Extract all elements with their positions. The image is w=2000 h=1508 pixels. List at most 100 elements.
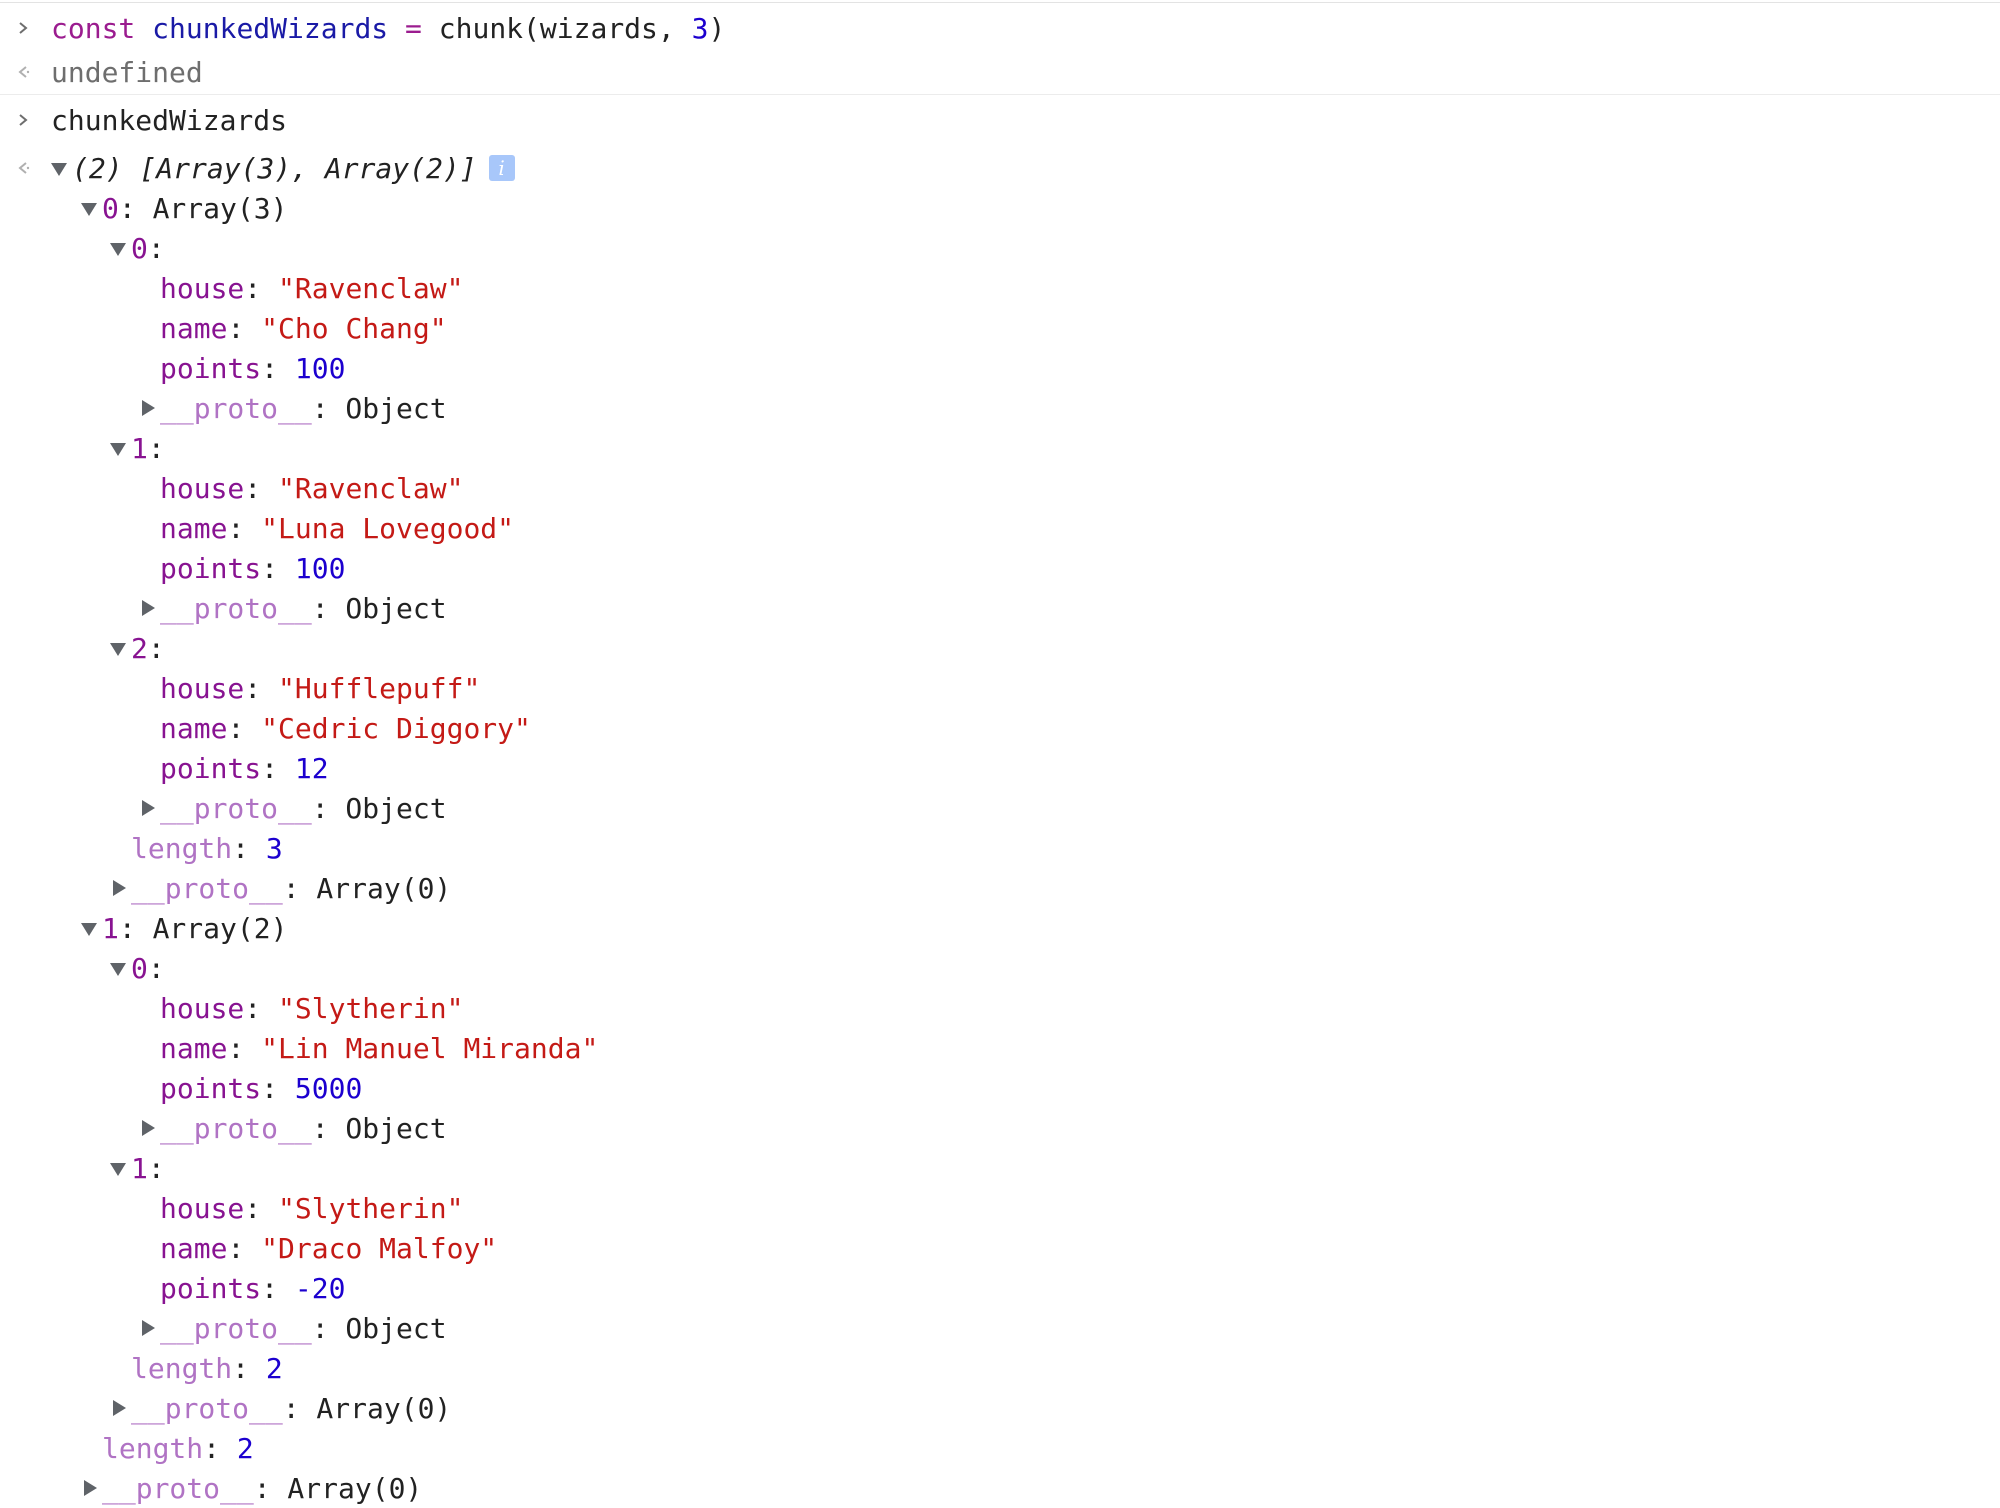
colon: : — [244, 991, 279, 1025]
prop-value-points: 5000 — [294, 1071, 363, 1105]
length-value: 2 — [265, 1351, 283, 1385]
expand-triangle-icon[interactable] — [78, 1468, 102, 1508]
proto-row[interactable]: __proto__: Object — [136, 588, 447, 628]
prop-value-house: "Ravenclaw" — [278, 471, 464, 505]
proto-key: __proto__ — [131, 1391, 283, 1425]
expand-triangle-icon[interactable] — [136, 1108, 160, 1148]
expand-triangle-icon[interactable] — [107, 868, 131, 908]
result-undefined: undefined — [51, 55, 203, 89]
object-row[interactable]: 1: — [107, 428, 165, 468]
property-row: name: "Draco Malfoy" — [136, 1228, 497, 1268]
colon: : — [244, 471, 279, 505]
proto-row[interactable]: __proto__: Object — [136, 1308, 447, 1348]
input-prompt-icon — [8, 8, 38, 48]
prop-key-points: points — [160, 751, 262, 785]
object-index-key: 1 — [131, 431, 148, 465]
expand-triangle-icon[interactable] — [107, 1388, 131, 1428]
command-line-2[interactable]: chunkedWizards — [51, 100, 287, 140]
object-index-key: 2 — [131, 631, 148, 665]
length-row: length: 2 — [107, 1348, 283, 1388]
proto-key: __proto__ — [160, 1311, 312, 1345]
array-type-label: : Array(2) — [118, 911, 288, 945]
prop-key-house: house — [160, 991, 245, 1025]
colon: : — [244, 271, 279, 305]
proto-key: __proto__ — [131, 871, 283, 905]
array-preview: (2) [Array(3), Array(2)] — [72, 151, 477, 185]
prop-value-house: "Ravenclaw" — [278, 271, 464, 305]
proto-row[interactable]: __proto__: Object — [136, 1108, 447, 1148]
collapse-triangle-icon[interactable] — [107, 948, 131, 988]
function-call: chunk(wizards, — [438, 11, 675, 45]
length-key: length — [131, 1351, 233, 1385]
prop-value-name: "Lin Manuel Miranda" — [261, 1031, 599, 1065]
expand-triangle-icon[interactable] — [48, 148, 72, 188]
command-line-1[interactable]: const chunkedWizards = chunk(wizards, 3) — [51, 8, 725, 48]
object-row[interactable]: 1: — [107, 1148, 165, 1188]
prop-value-points: -20 — [294, 1271, 346, 1305]
collapse-triangle-icon[interactable] — [78, 188, 102, 228]
colon: : — [261, 751, 295, 785]
object-row[interactable]: 0: — [107, 948, 165, 988]
proto-value: : Array(0) — [253, 1471, 423, 1505]
colon: : — [232, 1351, 266, 1385]
prop-value-house: "Slytherin" — [278, 991, 464, 1025]
length-key: length — [131, 831, 233, 865]
proto-row[interactable]: __proto__: Object — [136, 788, 447, 828]
array-type-label: : Array(3) — [118, 191, 288, 225]
property-row: house: "Hufflepuff" — [136, 668, 480, 708]
property-row: name: "Cedric Diggory" — [136, 708, 531, 748]
colon: : — [261, 351, 295, 385]
prop-value-house: "Slytherin" — [278, 1191, 464, 1225]
colon: : — [147, 951, 165, 985]
array-group-row[interactable]: 0: Array(3) — [78, 188, 287, 228]
property-row: name: "Cho Chang" — [136, 308, 447, 348]
prop-key-points: points — [160, 551, 262, 585]
property-row: house: "Slytherin" — [136, 1188, 463, 1228]
collapse-triangle-icon[interactable] — [107, 628, 131, 668]
prop-value-points: 100 — [294, 351, 346, 385]
collapse-triangle-icon[interactable] — [107, 428, 131, 468]
array-group-row[interactable]: 1: Array(2) — [78, 908, 287, 948]
proto-value: : Array(0) — [282, 871, 452, 905]
prop-value-name: "Cho Chang" — [261, 311, 447, 345]
array-index-key: 1 — [102, 911, 119, 945]
colon: : — [147, 431, 165, 465]
object-row[interactable]: 2: — [107, 628, 165, 668]
length-key: length — [102, 1431, 204, 1465]
prop-key-house: house — [160, 1191, 245, 1225]
property-row: points: 5000 — [136, 1068, 362, 1108]
proto-value: : Object — [311, 591, 447, 625]
proto-value: : Object — [311, 791, 447, 825]
info-icon[interactable]: i — [488, 155, 515, 181]
colon: : — [227, 1031, 262, 1065]
result-arrow-icon — [8, 52, 38, 92]
object-index-key: 0 — [131, 231, 148, 265]
object-index-key: 1 — [131, 1151, 148, 1185]
prop-value-name: "Luna Lovegood" — [261, 511, 515, 545]
colon: : — [244, 671, 279, 705]
proto-value: : Object — [311, 391, 447, 425]
prop-value-points: 12 — [294, 751, 329, 785]
colon: : — [147, 231, 165, 265]
collapse-triangle-icon[interactable] — [107, 228, 131, 268]
proto-row[interactable]: __proto__: Array(0) — [107, 868, 451, 908]
expand-triangle-icon[interactable] — [136, 1308, 160, 1348]
collapse-triangle-icon[interactable] — [78, 908, 102, 948]
collapse-triangle-icon[interactable] — [107, 1148, 131, 1188]
proto-row[interactable]: __proto__: Array(0) — [78, 1468, 422, 1508]
prop-key-house: house — [160, 671, 245, 705]
expand-triangle-icon[interactable] — [136, 588, 160, 628]
property-row: house: "Slytherin" — [136, 988, 463, 1028]
keyword-const: const — [51, 11, 136, 45]
length-value: 2 — [236, 1431, 254, 1465]
proto-row[interactable]: __proto__: Array(0) — [107, 1388, 451, 1428]
colon: : — [244, 1191, 279, 1225]
property-row: points: -20 — [136, 1268, 345, 1308]
colon: : — [147, 631, 165, 665]
expand-triangle-icon[interactable] — [136, 788, 160, 828]
object-row[interactable]: 0: — [107, 228, 165, 268]
proto-row[interactable]: __proto__: Object — [136, 388, 447, 428]
result-summary[interactable]: (2) [Array(3), Array(2)] i — [48, 148, 515, 188]
property-row: house: "Ravenclaw" — [136, 268, 463, 308]
expand-triangle-icon[interactable] — [136, 388, 160, 428]
